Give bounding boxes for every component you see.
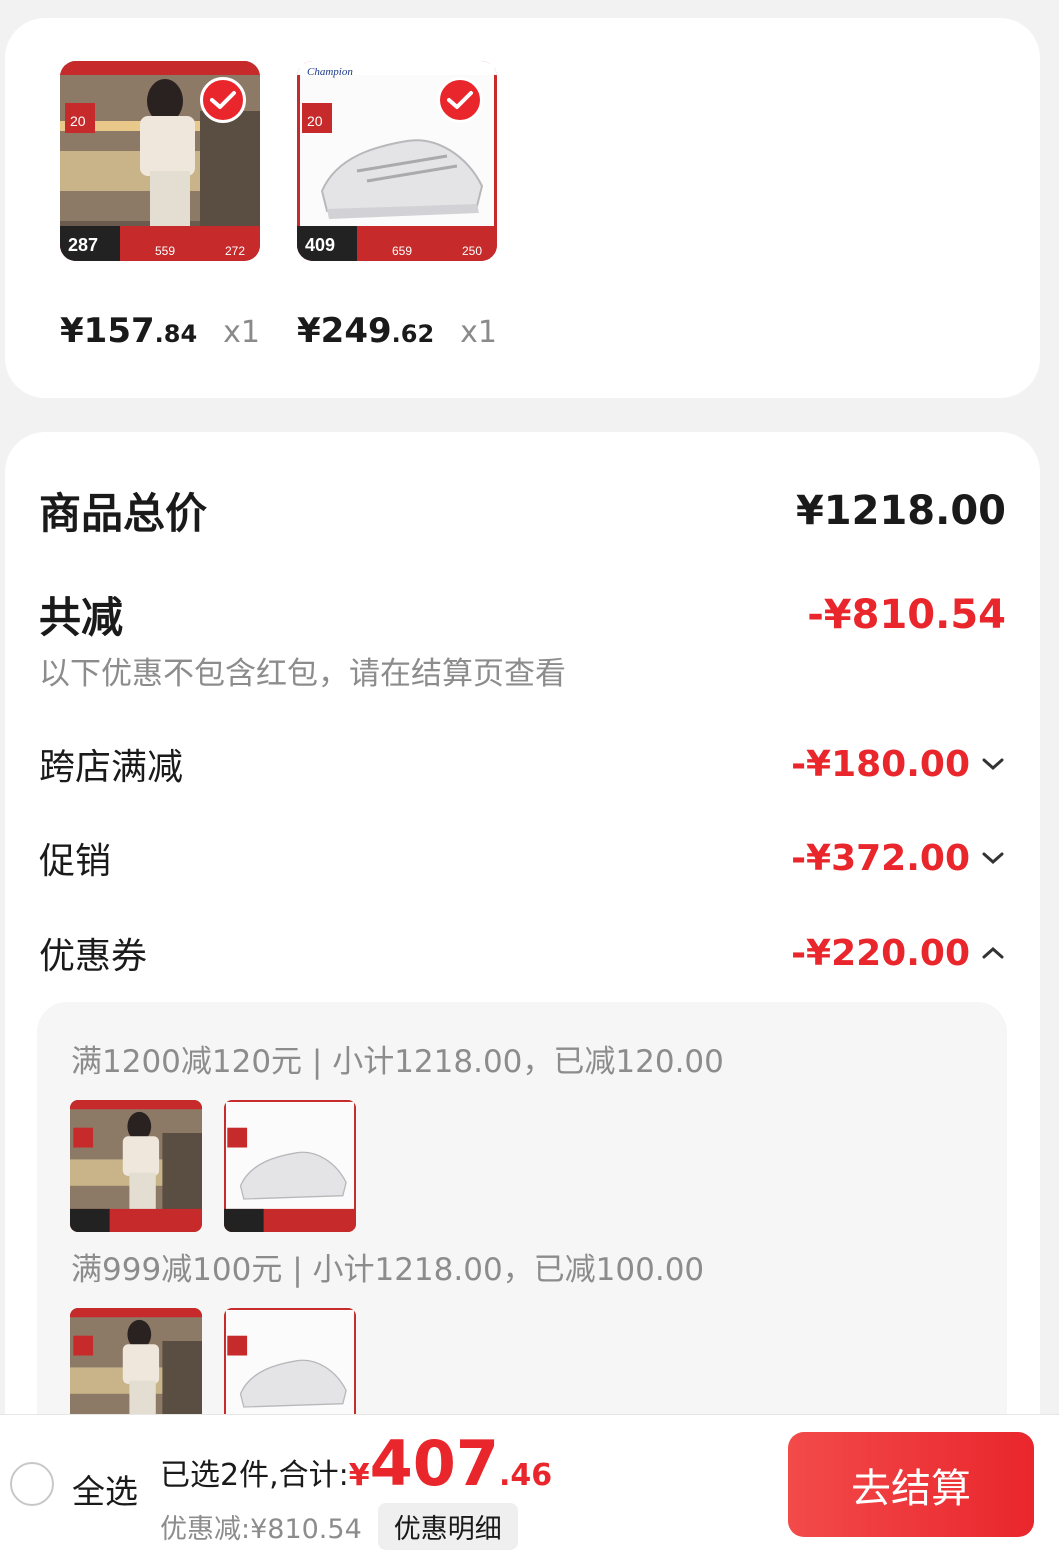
coupon-product-thumbnail[interactable] <box>224 1100 356 1232</box>
discount-item-promotion[interactable]: 促销 -¥372.00 <box>39 832 1006 884</box>
selected-total: 已选2件,合计: ¥ 407 .46 <box>160 1433 552 1495</box>
total-discount-row: 共减 -¥810.54 <box>39 584 1006 645</box>
selected-check-icon[interactable] <box>200 77 246 123</box>
cart-page: 20 287 559 272 ¥157.84 x1 Champion 20 40… <box>0 0 1059 1558</box>
total-price-label: 商品总价 <box>39 489 208 538</box>
chevron-up-icon[interactable] <box>980 940 1006 966</box>
discount-note: 以下优惠不包含红包，请在结算页查看 <box>39 656 566 692</box>
product-thumbnail[interactable]: 20 287 559 272 <box>60 61 260 261</box>
discount-item-label: 跨店满减 <box>39 747 184 788</box>
product-price: ¥249.62 <box>297 311 435 351</box>
total-discount-amount: -¥810.54 <box>807 591 1006 638</box>
discount-item-label: 促销 <box>39 841 112 882</box>
chevron-down-icon[interactable] <box>980 751 1006 777</box>
total-decimal: .46 <box>499 1458 553 1493</box>
thumb-price: 409 <box>305 235 335 255</box>
currency-symbol: ¥ <box>348 1458 370 1493</box>
selected-check-icon[interactable] <box>437 77 483 123</box>
discount-detail-button[interactable]: 优惠明细 <box>377 1503 518 1550</box>
thumb-price-a: 659 <box>392 244 412 258</box>
product-thumbnail[interactable]: Champion 20 409 659 250 <box>297 61 497 261</box>
selected-total-label: 已选2件,合计: <box>160 1458 349 1493</box>
discount-item-amount: -¥220.00 <box>791 932 970 974</box>
discount-item-label: 优惠券 <box>39 936 148 977</box>
chevron-down-icon[interactable] <box>980 845 1006 871</box>
product-price-row: ¥157.84 x1 <box>60 311 260 351</box>
discount-total-text: 优惠减:¥810.54 <box>160 1514 362 1545</box>
thumb-coupon-badge: 20 <box>70 113 86 129</box>
total-price-row: 商品总价 ¥1218.00 <box>39 480 1006 541</box>
thumb-price-a: 559 <box>155 244 175 258</box>
product-price-row: ¥249.62 x1 <box>297 311 497 351</box>
product-item[interactable]: Champion 20 409 659 250 ¥249.62 x1 <box>297 61 497 351</box>
thumb-price-b: 250 <box>462 244 482 258</box>
thumb-price: 287 <box>68 235 98 255</box>
select-all-label[interactable]: 全选 <box>72 1465 138 1513</box>
select-all-radio[interactable] <box>10 1462 54 1506</box>
product-price: ¥157.84 <box>60 311 198 351</box>
discount-summary: 优惠减:¥810.54 优惠明细 <box>160 1503 518 1550</box>
product-quantity: x1 <box>223 315 260 350</box>
total-integer: 407 <box>369 1427 500 1500</box>
discount-item-amount: -¥180.00 <box>791 743 970 785</box>
discount-item-amount: -¥372.00 <box>791 837 970 879</box>
coupon-rule-text: 满1200减120元 | 小计1218.00，已减120.00 <box>71 1044 724 1080</box>
checkout-button[interactable]: 去结算 <box>788 1432 1034 1537</box>
selected-products-card: 20 287 559 272 ¥157.84 x1 Champion 20 40… <box>5 18 1040 398</box>
svg-text:Champion: Champion <box>307 66 353 78</box>
coupon-rule-text: 满999减100元 | 小计1218.00，已减100.00 <box>71 1252 705 1288</box>
discount-item-cross-store[interactable]: 跨店满减 -¥180.00 <box>39 738 1006 790</box>
discount-item-coupon[interactable]: 优惠券 -¥220.00 <box>39 927 1006 979</box>
total-discount-label: 共减 <box>39 593 124 642</box>
product-image-model <box>70 1100 202 1232</box>
price-summary-card: 商品总价 ¥1218.00 共减 -¥810.54 以下优惠不包含红包，请在结算… <box>5 432 1040 1558</box>
coupon-product-thumbnail[interactable] <box>70 1100 202 1232</box>
checkout-bar: 全选 已选2件,合计: ¥ 407 .46 优惠减:¥810.54 优惠明细 去… <box>0 1414 1059 1558</box>
product-image-sneaker <box>224 1100 356 1232</box>
thumb-price-b: 272 <box>225 244 245 258</box>
total-price-amount: ¥1218.00 <box>795 487 1006 534</box>
product-quantity: x1 <box>460 315 497 350</box>
thumb-coupon-badge: 20 <box>307 113 323 129</box>
product-item[interactable]: 20 287 559 272 ¥157.84 x1 <box>60 61 260 351</box>
